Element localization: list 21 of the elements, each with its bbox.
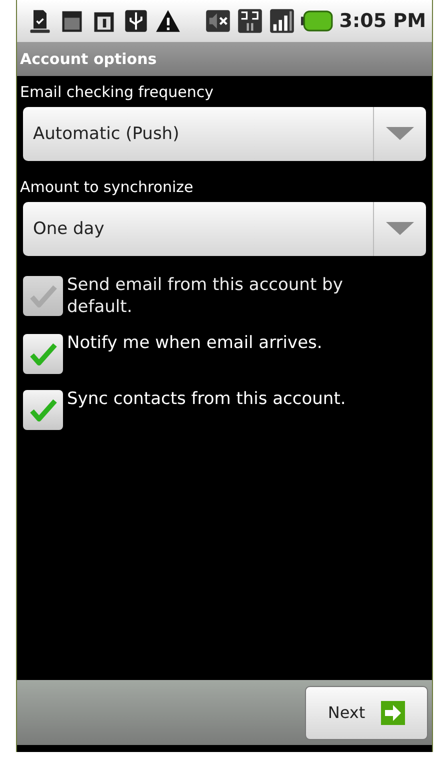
clock-time: 3:05 PM xyxy=(339,10,426,32)
dropdown-spinner[interactable]: Automatic (Push) xyxy=(23,107,426,161)
signal-icon xyxy=(269,8,296,34)
warning-icon xyxy=(155,8,181,34)
usb-icon xyxy=(123,8,149,34)
next-button[interactable]: Next xyxy=(305,686,428,740)
checkbox[interactable] xyxy=(23,390,63,430)
download-icon xyxy=(27,8,53,34)
screen-title: Account options xyxy=(20,50,157,68)
checkbox-label: Sync contacts from this account. xyxy=(67,388,347,410)
caret-icon xyxy=(386,127,414,141)
checkbox-label: Send email from this account by default. xyxy=(67,274,344,318)
arrow-right-icon xyxy=(381,700,406,724)
muted-speaker-icon xyxy=(205,8,232,34)
setting-label: Email checking frequency xyxy=(19,82,214,103)
checkbox-label: Notify me when email arrives. xyxy=(67,332,324,354)
checkbox[interactable] xyxy=(23,334,63,374)
battery-icon xyxy=(301,8,334,34)
dropdown-spinner[interactable]: One day xyxy=(23,202,426,256)
caret-icon xyxy=(386,222,414,236)
setting-label: Amount to synchronize xyxy=(19,177,194,198)
